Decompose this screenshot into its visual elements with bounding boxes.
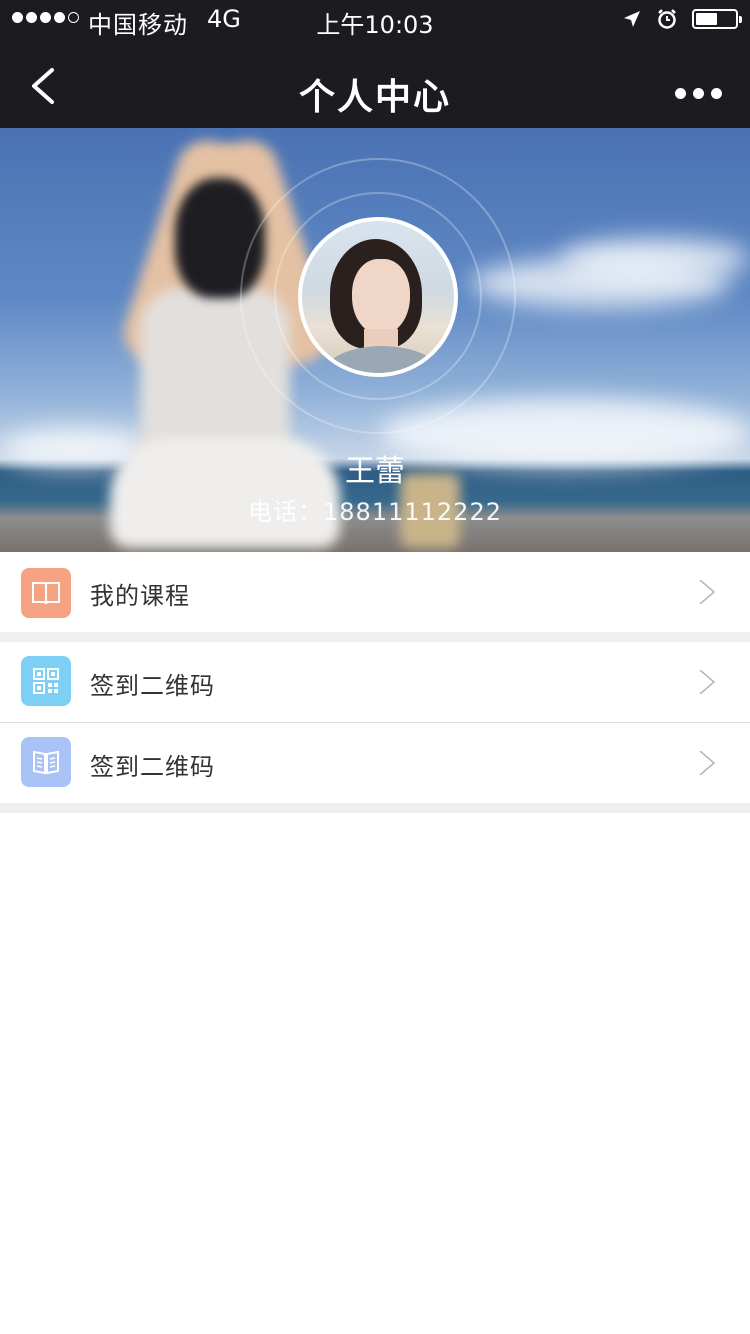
menu-item-label: 签到二维码 (90, 672, 215, 700)
user-phone: 电话：18811112222 (248, 498, 502, 526)
alarm-clock-icon (658, 9, 676, 29)
chevron-right-icon (699, 751, 716, 775)
nav-bar: 个人中心 (0, 40, 750, 128)
status-icons (622, 8, 742, 30)
menu-item-label: 我的课程 (90, 582, 190, 610)
more-dots-icon (675, 88, 686, 99)
status-bar: 中国移动 4G 上午10:03 (0, 0, 750, 40)
menu-item-checkin-qr-2[interactable]: 签到二维码 (0, 723, 750, 803)
battery-level (696, 13, 717, 25)
page-title: 个人中心 (298, 77, 451, 118)
chevron-right-icon (699, 670, 716, 694)
chevron-right-icon (699, 580, 716, 604)
menu-item-my-courses[interactable]: 我的课程 (0, 552, 750, 632)
more-button[interactable] (675, 88, 722, 99)
user-name: 王蕾 (345, 454, 405, 489)
battery-icon (692, 9, 742, 29)
menu-item-label: 签到二维码 (90, 753, 215, 781)
menu-item-checkin-qr[interactable]: 签到二维码 (0, 642, 750, 722)
book-icon (21, 568, 71, 618)
qr-code-icon (21, 656, 71, 706)
avatar[interactable] (298, 217, 458, 377)
profile-header: 王蕾 电话：18811112222 (0, 128, 750, 552)
section-separator (0, 632, 750, 642)
section-separator (0, 803, 750, 813)
open-book-icon (21, 737, 71, 787)
location-arrow-icon (624, 11, 640, 27)
